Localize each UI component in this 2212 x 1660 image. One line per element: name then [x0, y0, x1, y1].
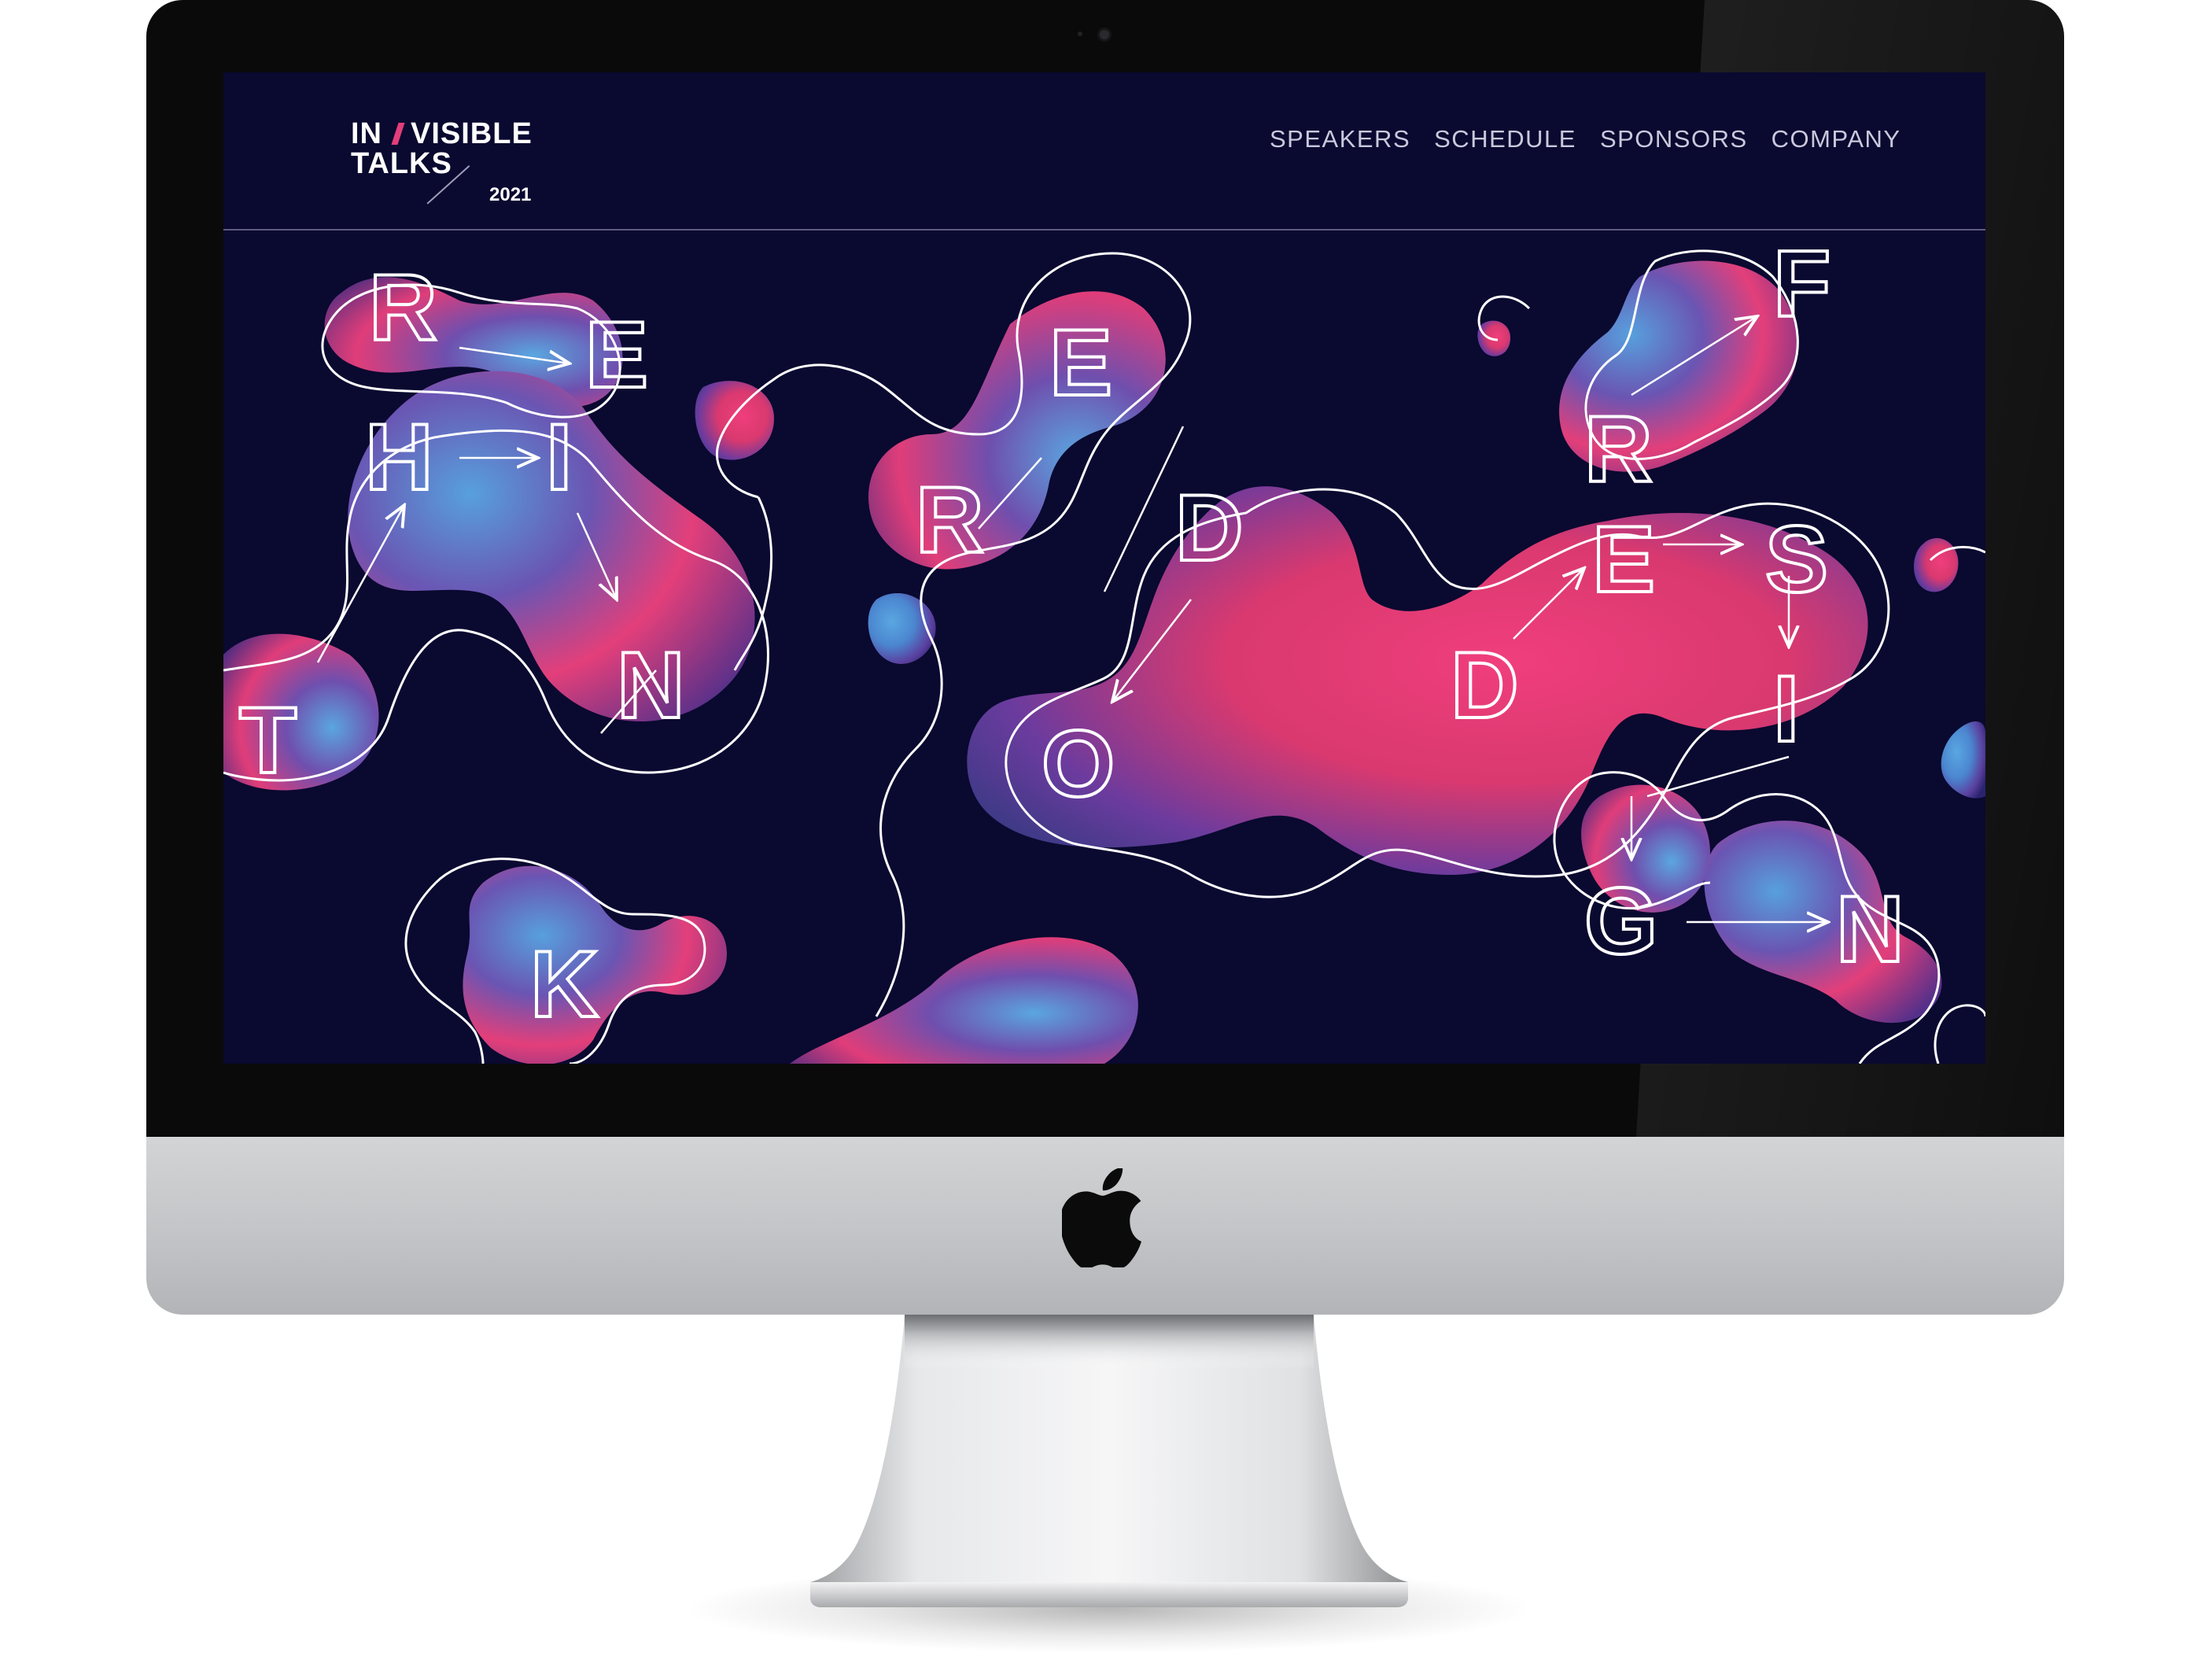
hero-letter: O — [1041, 711, 1115, 817]
hero-letter: G — [1584, 869, 1657, 974]
logo-word-talks: TALKS — [351, 147, 452, 180]
hero-letter: I — [546, 404, 572, 510]
site-logo[interactable]: IN VISIBLE TALKS 2021 — [351, 118, 555, 205]
hero-letter: T — [239, 688, 297, 793]
nav-company[interactable]: COMPANY — [1771, 120, 1901, 159]
hero-letter: F — [1773, 231, 1830, 337]
nav-sponsors[interactable]: SPONSORS — [1600, 120, 1748, 159]
monitor-stand — [810, 1315, 1408, 1607]
imac-mockup: IN VISIBLE TALKS 2021 SPEAKERS SCHEDULE … — [0, 0, 2212, 1660]
hero-letter: E — [585, 302, 648, 408]
nav-schedule[interactable]: SCHEDULE — [1434, 120, 1576, 159]
hero-letter: N — [1836, 876, 1904, 982]
hero-letter: R — [1584, 397, 1653, 502]
blob-small-center — [695, 381, 774, 460]
hero-letter: E — [1049, 310, 1112, 415]
hero-letter: E — [1592, 507, 1655, 612]
hero-letter: H — [365, 404, 433, 510]
hero-letter: D — [1175, 475, 1244, 581]
webcam — [1100, 30, 1109, 39]
hero-letter: D — [1451, 633, 1519, 738]
logo-slash-mark — [391, 123, 405, 145]
hero-letter: K — [530, 931, 599, 1037]
hero-letter: S — [1765, 507, 1828, 612]
main-nav: SPEAKERS SCHEDULE SPONSORS COMPANY — [1270, 120, 1901, 159]
blob-dot-right — [1913, 537, 1959, 592]
apple-logo-icon — [1062, 1168, 1141, 1267]
logo-word-visible: VISIBLE — [411, 117, 533, 150]
website-screen: IN VISIBLE TALKS 2021 SPEAKERS SCHEDULE … — [223, 72, 1985, 1064]
logo-year: 2021 — [489, 184, 532, 205]
logo-word-in: IN — [351, 117, 382, 150]
blob-right-edge — [1941, 721, 1985, 799]
hero-letter: I — [1773, 656, 1799, 762]
blob-bottom-center — [790, 937, 1138, 1064]
nav-speakers[interactable]: SPEAKERS — [1270, 120, 1410, 159]
hero-illustration: R E E R F H I R D E S T N D O G K I N — [223, 230, 1985, 1064]
hero-letter: R — [369, 255, 437, 360]
hero-letter: R — [916, 467, 984, 573]
sensor-dot — [1078, 31, 1082, 36]
hero-letter: N — [617, 633, 685, 738]
site-header: IN VISIBLE TALKS 2021 SPEAKERS SCHEDULE … — [223, 72, 1985, 230]
